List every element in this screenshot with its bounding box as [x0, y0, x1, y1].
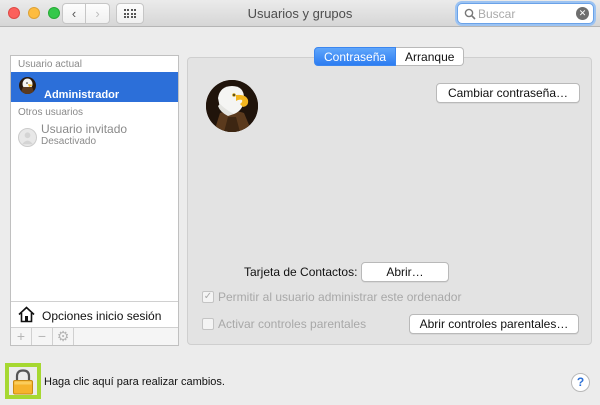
lock-icon — [13, 369, 33, 395]
clear-search-icon[interactable]: ✕ — [576, 7, 589, 20]
current-user-header: Usuario actual — [18, 59, 82, 70]
open-contact-button[interactable]: Abrir… — [361, 262, 449, 282]
search-field[interactable]: ✕ — [457, 3, 594, 24]
search-input[interactable] — [478, 5, 573, 22]
users-sidebar: Usuario actual Administrador Otros usuar… — [10, 55, 179, 346]
sidebar-toolbar: + − ⚙ — [11, 327, 178, 345]
parental-controls-checkbox[interactable] — [202, 318, 214, 330]
login-options-label: Opciones inicio sesión — [42, 309, 162, 323]
eagle-avatar-icon — [19, 77, 36, 94]
open-parental-controls-button[interactable]: Abrir controles parentales… — [409, 314, 579, 334]
tab-password[interactable]: Contraseña — [314, 47, 397, 66]
title-bar: ‹ › Usuarios y grupos ✕ — [0, 0, 600, 27]
house-icon — [18, 306, 35, 323]
parental-controls-row: Activar controles parentales — [202, 317, 366, 331]
sidebar-item-administrator[interactable]: Administrador — [11, 72, 178, 102]
guest-avatar-icon — [18, 128, 37, 147]
lock-highlight[interactable] — [5, 363, 41, 399]
add-user-button[interactable]: + — [11, 328, 32, 345]
allow-admin-checkbox[interactable]: ✓ — [202, 291, 214, 303]
tab-startup[interactable]: Arranque — [396, 47, 465, 66]
other-users-header: Otros usuarios — [18, 107, 84, 118]
allow-admin-label: Permitir al usuario administrar este ord… — [218, 290, 462, 304]
gear-icon[interactable]: ⚙ — [53, 328, 74, 345]
change-password-button[interactable]: Cambiar contraseña… — [436, 83, 580, 103]
login-options-item[interactable]: Opciones inicio sesión — [11, 301, 178, 327]
allow-admin-row: ✓ Permitir al usuario administrar este o… — [202, 290, 461, 304]
help-button[interactable]: ? — [571, 373, 590, 392]
remove-user-button[interactable]: − — [32, 328, 53, 345]
search-icon — [464, 8, 476, 20]
guest-user-name: Usuario invitado — [41, 122, 128, 136]
profile-picture[interactable] — [206, 80, 258, 132]
eagle-photo-icon — [206, 80, 258, 132]
admin-user-name: Administrador — [44, 89, 120, 101]
parental-controls-label: Activar controles parentales — [218, 317, 367, 331]
lock-message[interactable]: Haga clic aquí para realizar cambios. — [44, 376, 225, 388]
guest-user-status: Desactivado — [41, 136, 97, 147]
tab-bar: Contraseña Arranque — [314, 47, 465, 66]
contact-card-label: Tarjeta de Contactos: — [244, 265, 358, 279]
